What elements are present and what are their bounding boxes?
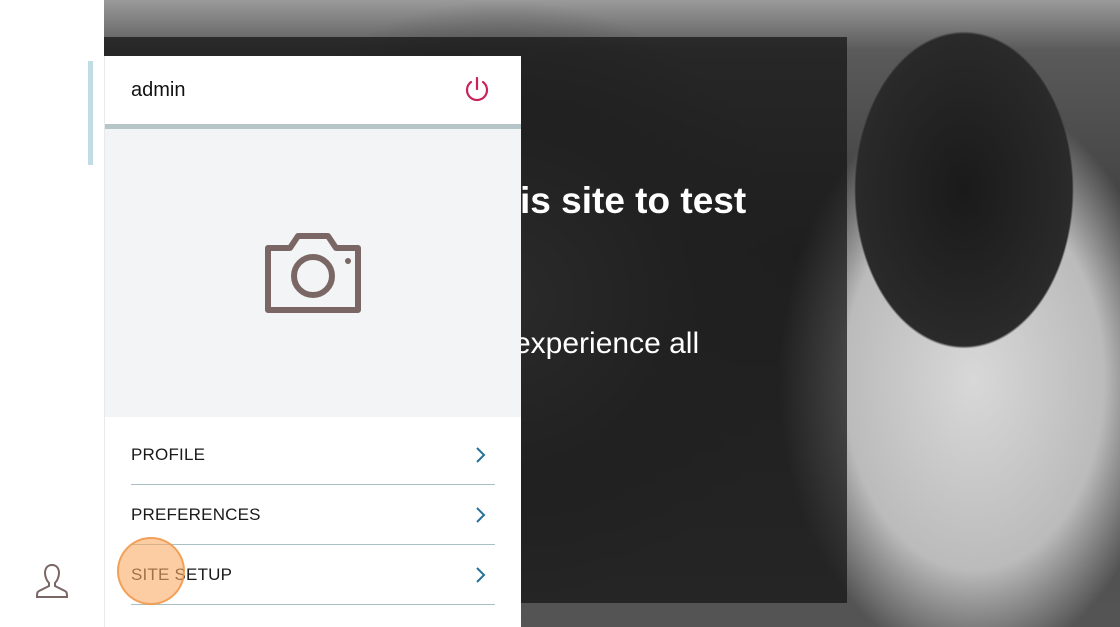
menu-item-label: PROFILE — [131, 444, 206, 464]
chevron-right-icon — [476, 566, 486, 583]
user-icon[interactable] — [35, 563, 69, 599]
username: admin — [131, 78, 186, 101]
profile-photo-placeholder[interactable] — [105, 129, 521, 417]
chevron-right-icon — [476, 446, 486, 463]
camera-icon — [265, 233, 361, 313]
menu-item-preferences[interactable]: PREFERENCES — [131, 485, 495, 545]
click-indicator — [117, 537, 185, 605]
hero-title: is site to test — [520, 180, 747, 221]
power-icon[interactable] — [463, 76, 491, 104]
menu-item-profile[interactable]: PROFILE — [131, 425, 495, 485]
menu-item-label: PREFERENCES — [131, 504, 261, 524]
sidebar-active-indicator — [88, 61, 93, 165]
hero-subtitle: experience all — [514, 327, 700, 360]
menu-item-site-setup[interactable]: SITE SETUP — [131, 545, 495, 605]
chevron-right-icon — [476, 506, 486, 523]
left-sidebar — [0, 0, 104, 627]
user-menu-header: admin — [105, 56, 521, 129]
